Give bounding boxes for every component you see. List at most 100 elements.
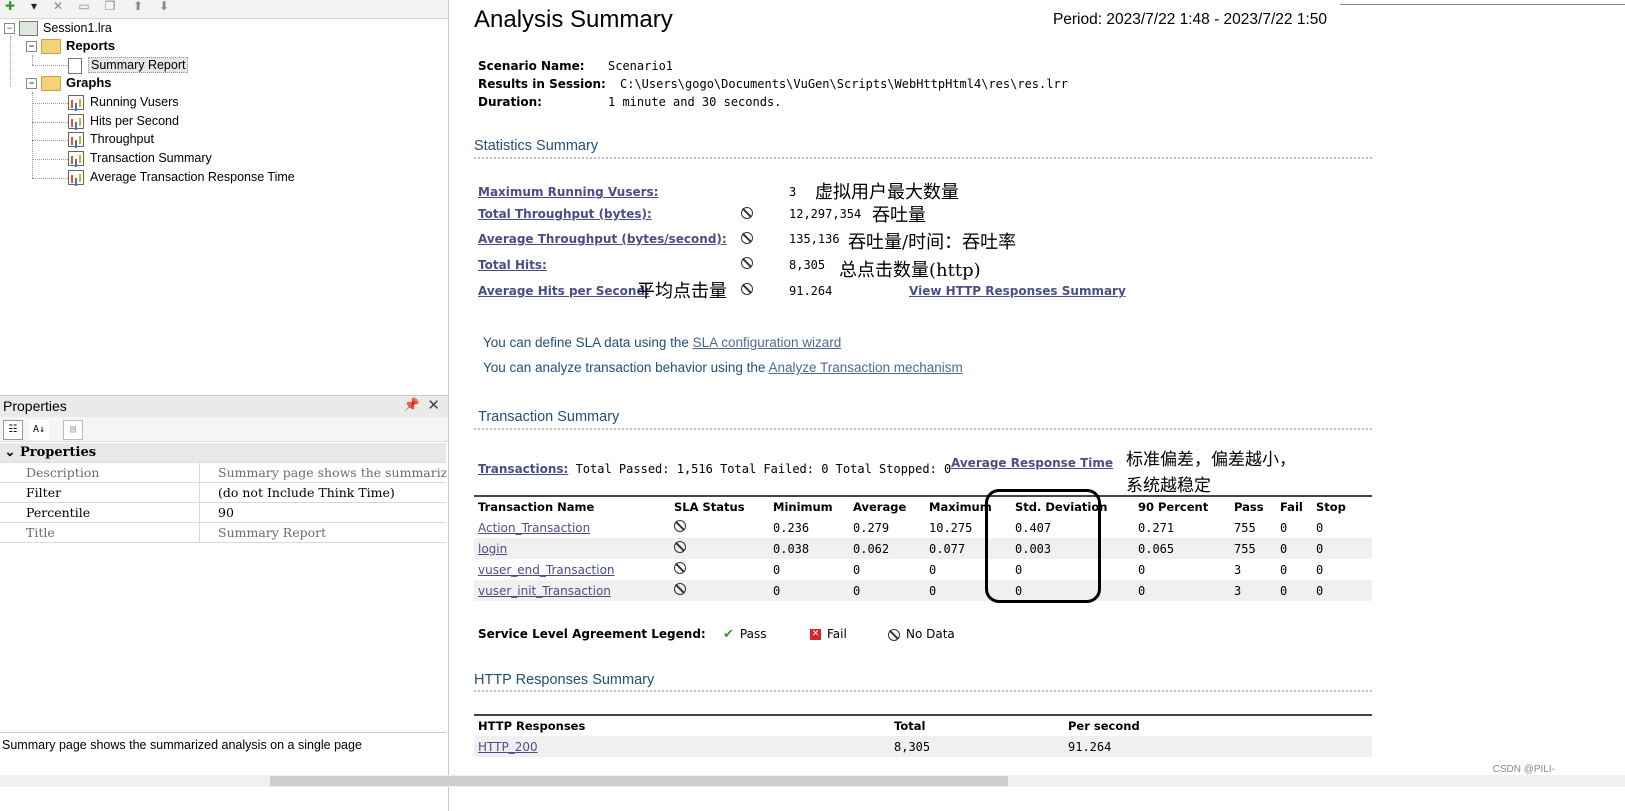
annotation-stddev-2: 系统越稳定: [1126, 476, 1211, 496]
dropdown-icon[interactable]: ▾: [26, 0, 42, 12]
properties-title: Properties: [3, 398, 67, 414]
categorized-view-icon[interactable]: ☷: [3, 420, 23, 440]
total-hits-link[interactable]: Total Hits:: [478, 258, 547, 272]
table-header: Transaction Name SLA Status Minimum Aver…: [474, 495, 1372, 517]
pin-icon[interactable]: 📌: [404, 398, 420, 413]
check-icon: ✔: [723, 627, 734, 642]
transactions-link[interactable]: Transactions:: [478, 462, 568, 476]
tree-graph-throughput[interactable]: Throughput: [68, 130, 154, 148]
total-hits-value: 8,305: [789, 258, 826, 272]
legend-fail: ✕ Fail: [810, 627, 847, 641]
new-item-icon[interactable]: ✚: [2, 0, 18, 12]
col-http-responses: HTTP Responses: [474, 714, 890, 736]
legend-pass: ✔ Pass: [723, 627, 767, 642]
window-edge: [1340, 0, 1625, 5]
move-up-icon[interactable]: ⬆: [130, 0, 146, 12]
tree-reports-folder[interactable]: − Reports: [26, 37, 115, 55]
tree-graph-hits-per-second[interactable]: Hits per Second: [68, 112, 179, 130]
tree-summary-report[interactable]: Summary Report: [68, 56, 189, 74]
transaction-summary-heading: Transaction Summary: [478, 409, 620, 425]
collapse-icon[interactable]: −: [26, 41, 37, 53]
chevron-down-icon[interactable]: ⌄: [0, 443, 20, 462]
move-down-icon[interactable]: ⬇: [156, 0, 172, 12]
property-category[interactable]: ⌄ Properties: [0, 443, 446, 463]
minimize-icon[interactable]: ▭: [76, 0, 92, 12]
sla-no-data-icon: [674, 520, 686, 532]
delete-icon[interactable]: ✕: [50, 0, 66, 12]
col-fail: Fail: [1276, 495, 1312, 517]
copy-icon[interactable]: ❐: [102, 0, 118, 12]
analyze-transaction-line: You can analyze transaction behavior usi…: [483, 360, 963, 375]
tree-graphs-folder[interactable]: − Graphs: [26, 74, 112, 92]
property-grid: ⌄ Properties Description Summary page sho…: [0, 443, 446, 543]
view-http-responses-link[interactable]: View HTTP Responses Summary: [909, 284, 1126, 298]
col-90-percent: 90 Percent: [1134, 495, 1230, 517]
summary-report-view: Analysis Summary Period: 2023/7/22 1:48 …: [455, 0, 1625, 796]
total-throughput-link[interactable]: Total Throughput (bytes):: [478, 207, 652, 221]
collapse-icon[interactable]: −: [4, 23, 15, 35]
average-hits-per-second-link[interactable]: Average Hits per Second:: [478, 284, 650, 298]
property-row-description[interactable]: Description Summary page shows the summa…: [0, 463, 446, 483]
col-per-second: Per second: [1064, 714, 1372, 736]
tree-graph-running-vusers[interactable]: Running Vusers: [68, 93, 178, 111]
sla-no-data-icon: [741, 207, 753, 219]
sla-no-data-icon: [888, 628, 900, 641]
watermark: CSDN @PILI-: [1492, 764, 1555, 775]
transaction-name-link[interactable]: Action_Transaction: [474, 517, 670, 538]
sla-configuration-wizard-link[interactable]: SLA configuration wizard: [693, 335, 842, 350]
total-throughput-value: 12,297,354: [789, 207, 862, 221]
transaction-table: Transaction Name SLA Status Minimum Aver…: [474, 495, 1372, 601]
graph-icon: [68, 114, 84, 130]
tree-graph-avg-transaction-response-time[interactable]: Average Transaction Response Time: [68, 168, 295, 186]
sla-no-data-icon: [674, 583, 686, 595]
sla-legend-label: Service Level Agreement Legend:: [478, 627, 706, 641]
average-throughput-value: 135,136: [789, 232, 840, 246]
analyze-transaction-link[interactable]: Analyze Transaction mechanism: [768, 360, 962, 375]
divider: [474, 690, 1372, 692]
property-row-filter[interactable]: Filter (do not Include Think Time): [0, 483, 446, 503]
table-row: vuser_end_Transaction 0 0 0 0 0 3 0 0: [474, 559, 1372, 580]
property-row-title[interactable]: Title Summary Report: [0, 523, 446, 543]
col-average: Average: [849, 495, 925, 517]
duration-label: Duration:: [478, 95, 542, 109]
tree-session-node[interactable]: − Session1.lra: [4, 19, 112, 37]
legend-no-data: No Data: [888, 627, 955, 641]
transaction-totals: Transactions: Total Passed: 1,516 Total …: [478, 462, 952, 476]
session-icon: [19, 21, 38, 37]
annotation-avg-hits: 平均点击量: [637, 281, 727, 302]
tree-toolbar: ✚ ▾ ✕ ▭ ❐ ⬆ ⬇: [0, 0, 448, 19]
tree-graph-transaction-summary[interactable]: Transaction Summary: [68, 149, 212, 167]
graph-icon: [68, 170, 84, 186]
sort-alphabetical-icon[interactable]: A↓: [29, 420, 49, 440]
annotation-total-hits: 总点击数量(http): [839, 260, 981, 281]
http-200-link[interactable]: HTTP_200: [474, 736, 890, 757]
close-icon[interactable]: ✕: [427, 396, 440, 414]
sla-no-data-icon: [674, 541, 686, 553]
average-response-time-link[interactable]: Average Response Time: [951, 456, 1113, 470]
duration-value: 1 minute and 30 seconds.: [608, 95, 782, 109]
scrollbar-thumb[interactable]: [270, 776, 1008, 786]
std-deviation-highlight: [985, 489, 1101, 603]
horizontal-scrollbar[interactable]: [0, 775, 1625, 787]
annotation-avg-throughput: 吞吐量/时间：吞吐率: [848, 232, 1017, 253]
table-row: HTTP_200 8,305 91.264: [474, 736, 1372, 757]
properties-pane: Properties 📌 ✕ ☷ A↓ ▤ ⌄ Properties Descri…: [0, 395, 449, 811]
property-row-percentile[interactable]: Percentile 90: [0, 503, 446, 523]
results-value: C:\Users\gogo\Documents\VuGen\Scripts\We…: [620, 77, 1068, 91]
average-throughput-link[interactable]: Average Throughput (bytes/second):: [478, 232, 727, 246]
table-row: vuser_init_Transaction 0 0 0 0 0 3 0 0: [474, 580, 1372, 601]
sla-no-data-icon: [741, 257, 753, 269]
collapse-icon[interactable]: −: [26, 78, 37, 90]
property-pages-icon[interactable]: ▤: [63, 420, 83, 440]
report-title: Analysis Summary: [474, 6, 673, 33]
results-label: Results in Session:: [478, 77, 606, 91]
transaction-name-link[interactable]: vuser_init_Transaction: [474, 580, 670, 601]
folder-icon: [41, 76, 61, 92]
transaction-name-link[interactable]: vuser_end_Transaction: [474, 559, 670, 580]
graph-icon: [68, 132, 84, 148]
folder-icon: [41, 39, 61, 55]
fail-x-icon: ✕: [810, 629, 821, 640]
col-sla-status: SLA Status: [670, 495, 769, 517]
transaction-name-link[interactable]: login: [474, 538, 670, 559]
max-running-vusers-link[interactable]: Maximum Running Vusers:: [478, 185, 658, 199]
